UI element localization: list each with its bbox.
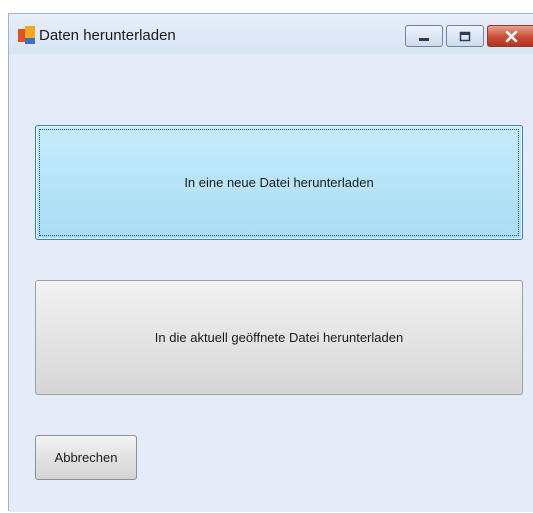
maximize-button[interactable]	[446, 25, 484, 47]
close-icon	[505, 30, 518, 43]
minimize-button[interactable]	[405, 25, 443, 47]
maximize-icon	[459, 31, 471, 42]
title-bar[interactable]: Daten herunterladen	[9, 14, 533, 54]
download-current-file-label: In die aktuell geöffnete Datei herunterl…	[154, 330, 404, 345]
cancel-label: Abbrechen	[54, 450, 118, 465]
download-new-file-label: In eine neue Datei herunterladen	[184, 175, 374, 190]
download-new-file-button[interactable]: In eine neue Datei herunterladen	[35, 125, 523, 240]
window-title: Daten herunterladen	[39, 27, 176, 44]
close-button[interactable]	[487, 25, 533, 47]
cancel-button[interactable]: Abbrechen	[35, 435, 137, 480]
download-current-file-button[interactable]: In die aktuell geöffnete Datei herunterl…	[35, 280, 523, 395]
minimize-icon	[419, 38, 429, 41]
dialog-window: Daten herunterladen In eine neue Datei h…	[8, 13, 533, 512]
app-logo-icon	[18, 26, 38, 46]
dialog-content: In eine neue Datei herunterladen In die …	[9, 54, 533, 512]
